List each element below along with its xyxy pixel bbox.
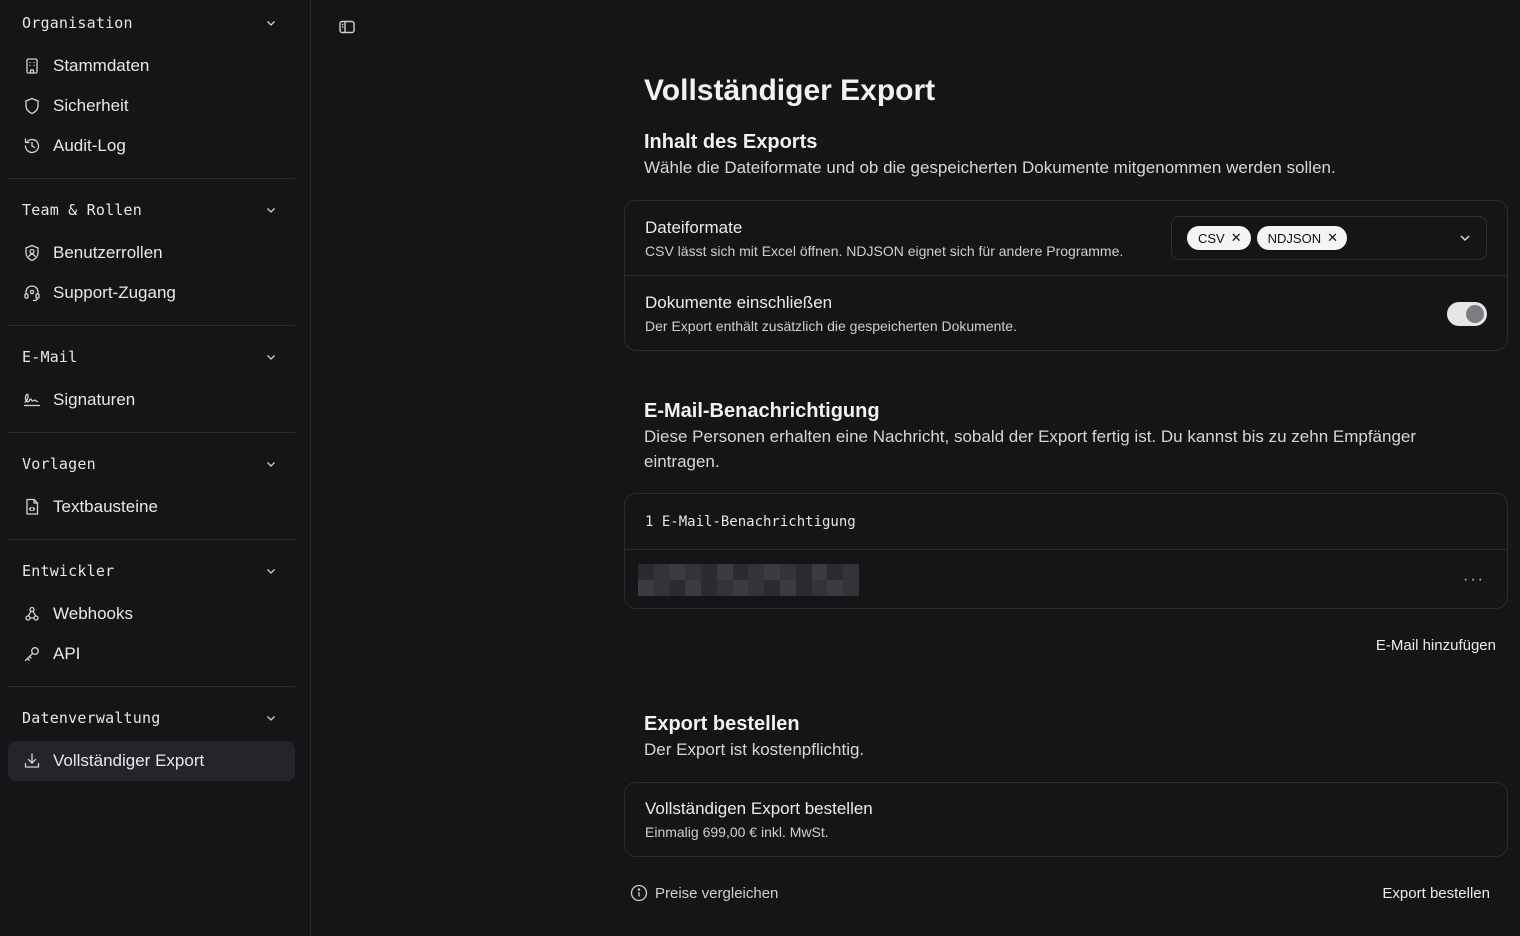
- export-content-card: Dateiformate CSV lässt sich mit Excel öf…: [624, 200, 1508, 351]
- sidebar-group-title: Entwickler: [22, 562, 115, 580]
- sidebar-group-header[interactable]: Entwickler: [8, 548, 295, 594]
- sidebar-item[interactable]: Audit-Log: [8, 126, 295, 166]
- user-shield-icon: [22, 243, 42, 263]
- email-count-row: 1 E-Mail-Benachrichtigung: [625, 494, 1507, 549]
- redacted-email: [638, 563, 859, 596]
- sidebar-item-label: Signaturen: [53, 390, 136, 409]
- sidebar-group: Entwickler Webhooks API: [8, 548, 295, 687]
- sidebar-group-title: Vorlagen: [22, 455, 96, 473]
- sidebar-item-label: API: [53, 644, 81, 663]
- documents-title: Dokumente einschließen: [645, 293, 833, 312]
- formats-title: Dateiformate: [645, 217, 743, 237]
- order-item-title: Vollständigen Export bestellen: [645, 799, 873, 818]
- sidebar-group: E-Mail Signaturen: [8, 334, 295, 433]
- sidebar-item[interactable]: API: [8, 634, 295, 674]
- chevron-down-icon[interactable]: [265, 17, 277, 29]
- sidebar-item[interactable]: Webhooks: [8, 594, 295, 634]
- signature-icon: [22, 390, 42, 410]
- chevron-down-icon[interactable]: [265, 351, 277, 363]
- sidebar-group-header[interactable]: Datenverwaltung: [8, 695, 295, 741]
- content-section-description: Wähle die Dateiformate und ob die gespei…: [644, 158, 1336, 177]
- download-icon: [22, 751, 42, 771]
- order-export-button[interactable]: Export bestellen: [1382, 885, 1490, 902]
- content-section-header: Inhalt des Exports Wähle die Dateiformat…: [644, 131, 1484, 180]
- sidebar-group: Vorlagen Textbausteine: [8, 441, 295, 540]
- sidebar-group: Datenverwaltung Vollständiger Export: [8, 695, 295, 793]
- documents-subtitle: Der Export enthält zusätzlich die gespei…: [645, 318, 1017, 334]
- compare-prices-link[interactable]: Preise vergleichen: [630, 884, 778, 902]
- email-section-description: Diese Personen erhalten eine Nachricht, …: [644, 427, 1417, 471]
- file-code-icon: [22, 497, 42, 517]
- toggle-knob: [1466, 304, 1484, 323]
- key-icon: [22, 644, 42, 664]
- sidebar-item[interactable]: Signaturen: [8, 380, 295, 420]
- email-recipient-row: ···: [625, 550, 1507, 609]
- sidebar-item[interactable]: Support-Zugang: [8, 273, 295, 313]
- sidebar-group: Team & Rollen Benutzerrollen Support-Zugan…: [8, 187, 295, 326]
- order-card: Vollständigen Export bestellen Einmalig …: [624, 782, 1508, 857]
- formats-multiselect[interactable]: CSV ✕ NDJSON ✕: [1171, 216, 1487, 260]
- sidebar-group-header[interactable]: Team & Rollen: [8, 187, 295, 233]
- email-count-label: 1 E-Mail-Benachrichtigung: [645, 513, 856, 530]
- remove-chip-icon[interactable]: ✕: [1231, 230, 1242, 246]
- webhook-icon: [22, 604, 42, 624]
- sidebar-group-title: Organisation: [22, 14, 133, 32]
- headset-icon: [22, 283, 42, 303]
- email-section-title: E-Mail-Benachrichtigung: [644, 400, 880, 422]
- sidebar-group-header[interactable]: Vorlagen: [8, 441, 295, 487]
- sidebar-group-title: Team & Rollen: [22, 201, 142, 219]
- remove-chip-icon[interactable]: ✕: [1327, 230, 1338, 246]
- sidebar-item-label: Vollständiger Export: [53, 751, 205, 770]
- sidebar-group-header[interactable]: E-Mail: [8, 334, 295, 380]
- chevron-down-icon[interactable]: [265, 458, 277, 470]
- sidebar-toggle-icon[interactable]: [338, 18, 356, 36]
- sidebar-item[interactable]: Vollständiger Export: [8, 741, 295, 781]
- content-section-title: Inhalt des Exports: [644, 131, 818, 153]
- chevron-down-icon[interactable]: [1458, 231, 1472, 245]
- sidebar-item[interactable]: Stammdaten: [8, 46, 295, 86]
- sidebar-group-title: E-Mail: [22, 348, 78, 366]
- sidebar-item-label: Webhooks: [53, 604, 134, 623]
- sidebar-item[interactable]: Sicherheit: [8, 86, 295, 126]
- order-section-header: Export bestellen Der Export ist kostenpf…: [644, 713, 1484, 762]
- history-icon: [22, 136, 42, 156]
- email-section-header: E-Mail-Benachrichtigung Diese Personen e…: [644, 400, 1484, 474]
- sidebar-item-label: Support-Zugang: [53, 283, 176, 302]
- formats-row: Dateiformate CSV lässt sich mit Excel öf…: [625, 201, 1507, 275]
- order-item-price: Einmalig 699,00 € inkl. MwSt.: [645, 824, 829, 840]
- shield-icon: [22, 96, 42, 116]
- sidebar: Organisation Stammdaten Sicherheit Audit-Lo…: [0, 0, 311, 936]
- chevron-down-icon[interactable]: [265, 712, 277, 724]
- add-email-button[interactable]: E-Mail hinzufügen: [1376, 637, 1496, 654]
- info-icon: [630, 884, 648, 902]
- chevron-down-icon[interactable]: [265, 565, 277, 577]
- format-chip-ndjson[interactable]: NDJSON ✕: [1256, 226, 1347, 250]
- order-row: Vollständigen Export bestellen Einmalig …: [625, 783, 1507, 856]
- sidebar-item[interactable]: Textbausteine: [8, 487, 295, 527]
- sidebar-item-label: Audit-Log: [53, 136, 126, 155]
- formats-subtitle: CSV lässt sich mit Excel öffnen. NDJSON …: [645, 242, 1124, 259]
- compare-prices-label: Preise vergleichen: [655, 884, 779, 902]
- sidebar-item-label: Sicherheit: [53, 96, 129, 115]
- sidebar-item[interactable]: Benutzerrollen: [8, 233, 295, 273]
- sidebar-group-header[interactable]: Organisation: [8, 0, 295, 46]
- sidebar-item-label: Stammdaten: [53, 56, 150, 75]
- format-chip-csv[interactable]: CSV ✕: [1187, 226, 1251, 250]
- sidebar-item-label: Benutzerrollen: [53, 243, 163, 262]
- chevron-down-icon[interactable]: [265, 204, 277, 216]
- sidebar-group-title: Datenverwaltung: [22, 709, 161, 727]
- documents-toggle[interactable]: [1447, 301, 1487, 326]
- order-section-title: Export bestellen: [644, 713, 800, 735]
- documents-row: Dokumente einschließen Der Export enthäl…: [625, 276, 1507, 351]
- more-options-icon[interactable]: ···: [1463, 571, 1485, 589]
- sidebar-item-label: Textbausteine: [53, 497, 158, 516]
- sidebar-group: Organisation Stammdaten Sicherheit Audit-Lo…: [8, 0, 295, 179]
- email-recipients-card: 1 E-Mail-Benachrichtigung ···: [624, 493, 1508, 609]
- building-icon: [22, 56, 42, 76]
- page-title: Vollständiger Export: [644, 74, 936, 107]
- order-section-description: Der Export ist kostenpflichtig.: [644, 740, 865, 759]
